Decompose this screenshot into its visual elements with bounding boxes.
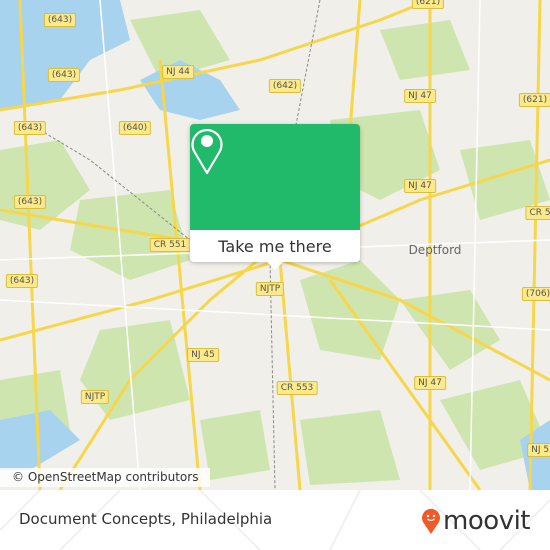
road-shield: (643) [13, 121, 47, 135]
location-title: Document Concepts, Philadelphia [19, 510, 273, 528]
place-label-deptford: Deptford [408, 243, 462, 257]
road-shield: CR 551 [149, 238, 191, 252]
footer: Document Concepts, Philadelphia moovit [0, 490, 550, 550]
road-shield: CR 553 [276, 381, 318, 395]
road-shield: (621) [518, 93, 550, 107]
road-shield: (706) [521, 287, 550, 301]
map-pin-icon [191, 129, 223, 175]
road-shield: NJ 47 [404, 179, 436, 193]
road-shield: (642) [268, 79, 302, 93]
road-shield: (643) [43, 13, 77, 27]
road-shield: CR 5 [525, 206, 550, 220]
road-shield: NJ 47 [414, 376, 446, 390]
road-shield: NJ 47 [404, 89, 436, 103]
road-shield: (643) [47, 68, 81, 82]
moovit-logo[interactable]: moovit [421, 506, 530, 536]
brand-name: moovit [443, 506, 530, 536]
map[interactable]: (643) (621) (643) NJ 44 (642) (643) (640… [0, 0, 550, 490]
take-me-there-popup[interactable]: Take me there [190, 124, 360, 270]
take-me-there-button[interactable]: Take me there [190, 230, 360, 262]
road-shield: (643) [13, 195, 47, 209]
road-shield: NJ 44 [162, 65, 194, 79]
road-shield: (640) [118, 121, 152, 135]
moovit-pin-icon [422, 508, 441, 534]
road-shield: (643) [5, 274, 39, 288]
road-shield: NJTP [255, 282, 285, 296]
road-shield: NJTP [80, 390, 110, 404]
popup-tail [267, 262, 283, 270]
road-shield: (621) [411, 0, 445, 9]
attribution[interactable]: © OpenStreetMap contributors [0, 468, 211, 487]
road-shield: NJ 45 [187, 348, 219, 362]
road-shield: NJ 55 [527, 443, 550, 457]
popup-header [190, 124, 360, 230]
